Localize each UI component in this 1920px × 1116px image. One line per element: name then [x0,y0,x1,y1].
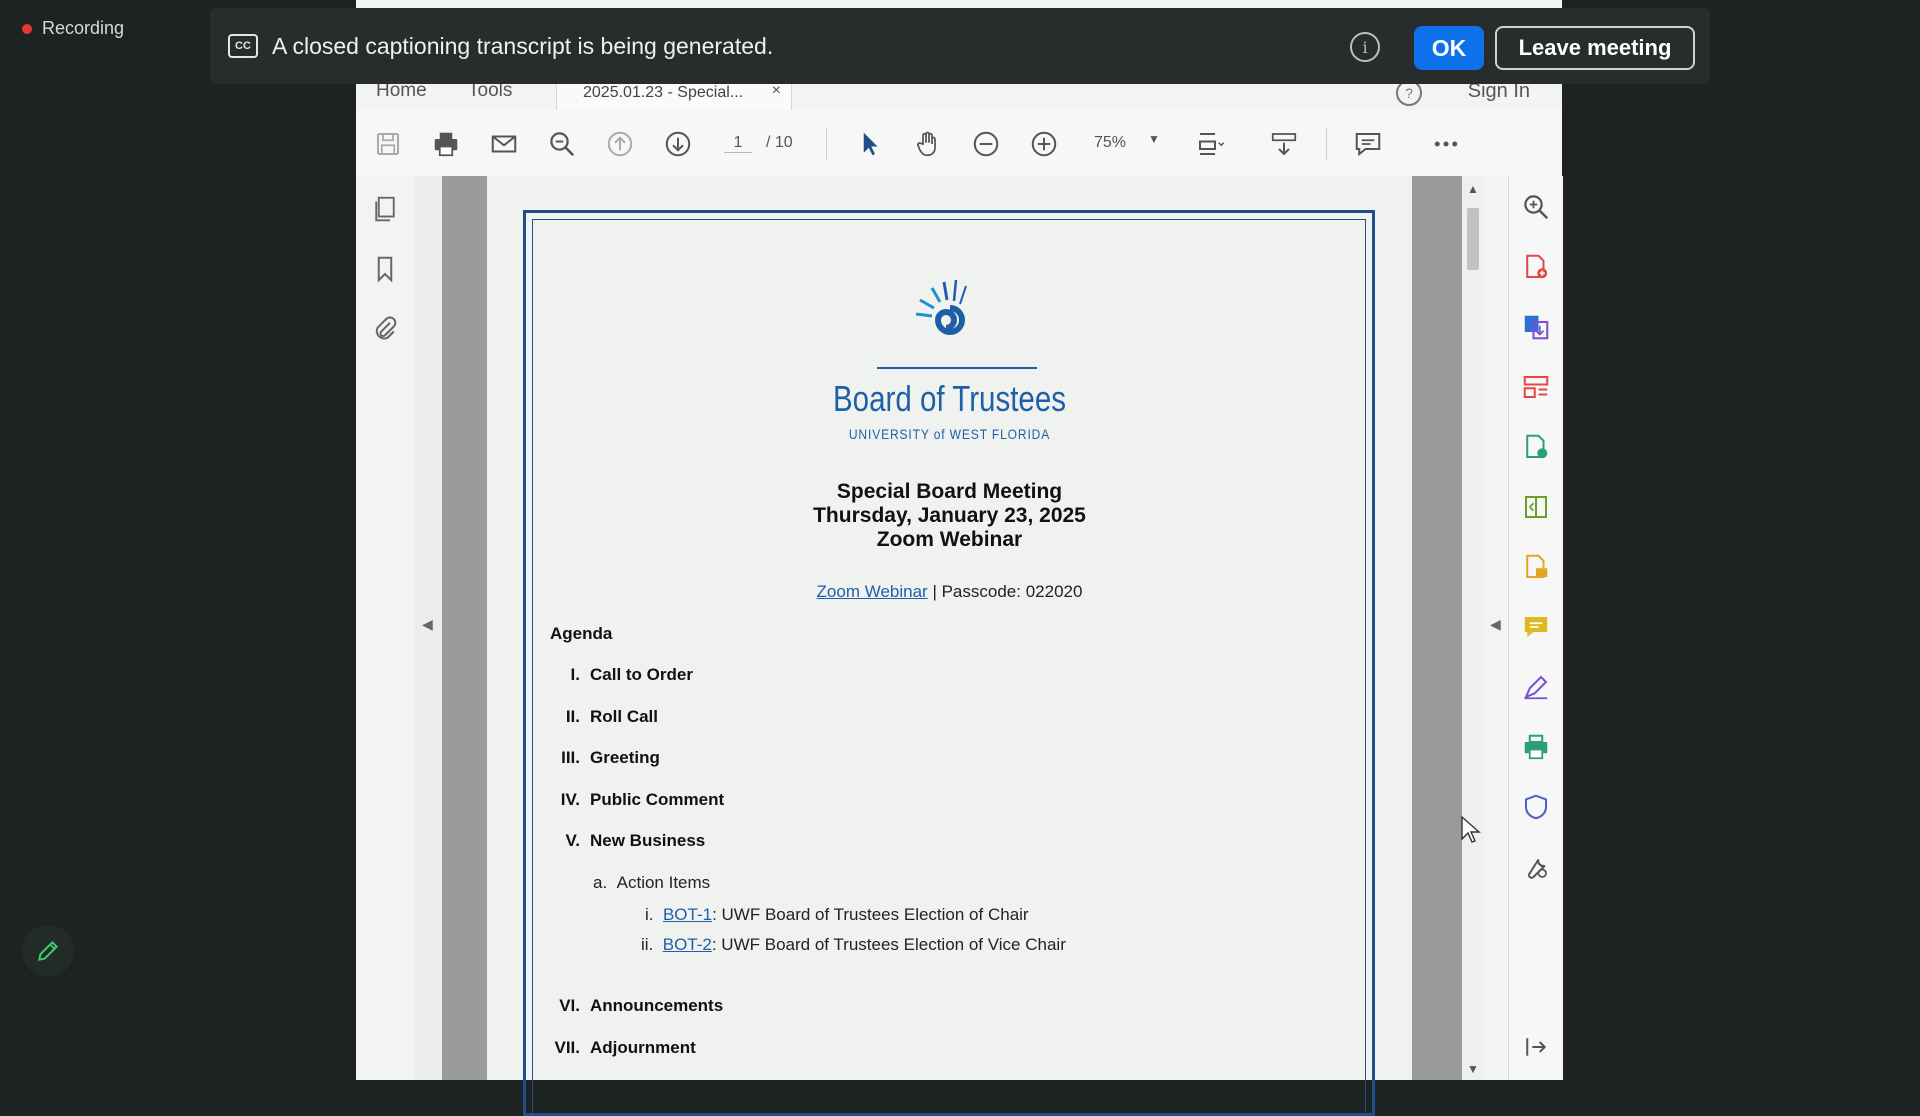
acrobat-toolbar: 1 / 10 75% ▼ [356,110,1562,177]
tools-pane [1508,176,1563,1080]
action-item: i. BOT-1: UWF Board of Trustees Election… [645,905,1029,924]
org-subtitle: UNIVERSITY of WEST FLORIDA [848,426,1051,442]
recording-indicator: Recording [22,18,124,39]
scroll-thumb[interactable] [1467,208,1479,270]
page-fit-icon[interactable] [1194,128,1226,160]
window-top-edge [356,0,1562,8]
action-item: ii. BOT-2: UWF Board of Trustees Electio… [641,935,1066,954]
previous-page-icon[interactable] [604,128,636,160]
compare-files-icon[interactable] [1521,492,1551,522]
leave-meeting-button[interactable]: Leave meeting [1495,26,1695,70]
scroll-up-icon[interactable]: ▲ [1467,182,1479,196]
scroll-down-icon[interactable]: ▼ [1467,1062,1479,1076]
document-viewport: Board of Trustees UNIVERSITY of WEST FLO… [442,176,1462,1116]
meeting-date: Thursday, January 23, 2025 [813,504,1086,527]
recording-dot-icon [22,23,32,34]
collapse-left-icon[interactable]: ◀ [422,616,433,633]
left-navigation-rail [356,176,415,1080]
caption-message: A closed captioning transcript is being … [272,32,774,59]
closed-caption-icon: CC [228,34,258,58]
sign-pen-icon[interactable] [1521,672,1551,702]
page-thumbnails-icon[interactable] [370,194,400,224]
page-number-input[interactable]: 1 [724,134,752,153]
fill-sign-icon[interactable] [1521,552,1551,582]
page-total-label: / 10 [766,134,793,151]
more-tools-wrench-icon[interactable] [1521,852,1551,882]
toolbar-divider [1326,128,1327,160]
zoom-dropdown-caret-icon[interactable]: ▼ [1148,132,1160,146]
bot-1-link[interactable]: BOT-1 [663,905,712,924]
info-icon[interactable]: i [1350,32,1380,62]
zoom-level-field[interactable]: 75% [1094,134,1126,152]
organize-pages-icon[interactable] [1521,372,1551,402]
create-pdf-icon[interactable] [1521,252,1551,282]
hand-tool-icon[interactable] [912,128,944,160]
ok-button[interactable]: OK [1414,26,1484,70]
tab-document-label: 2025.01.23 - Special... [583,84,744,101]
pencil-icon [38,940,59,961]
zoom-in-icon[interactable] [1028,128,1060,160]
left-pane-toggle[interactable]: ◀ [414,176,442,1080]
zoom-webinar-link[interactable]: Zoom Webinar [817,582,928,601]
protect-shield-icon[interactable] [1521,792,1551,822]
export-pdf-icon[interactable] [1521,312,1551,342]
scroll-mode-icon[interactable] [1268,128,1300,160]
org-title: Board of Trustees [832,378,1067,419]
mouse-cursor-icon [1461,815,1481,843]
meeting-venue: Zoom Webinar [876,528,1023,551]
meeting-title: Special Board Meeting [836,480,1063,503]
caption-notification-bar: CC A closed captioning transcript is bei… [210,8,1710,84]
pdf-page: Board of Trustees UNIVERSITY of WEST FLO… [487,176,1412,1116]
agenda-heading: Agenda [550,624,613,643]
attachment-icon[interactable] [370,314,400,344]
tab-close-icon[interactable]: × [772,82,781,100]
uwf-logo-icon [915,279,967,335]
toolbar-divider [826,128,827,160]
zoom-out-icon[interactable] [970,128,1002,160]
print-icon[interactable] [430,128,462,160]
comment-icon[interactable] [1352,128,1384,160]
webinar-info-line: Zoom Webinar | Passcode: 022020 [487,582,1412,602]
collapse-tools-pane-icon[interactable] [1521,1032,1551,1062]
search-zoom-icon[interactable] [1521,192,1551,222]
more-options-icon[interactable] [1430,128,1462,160]
bot-2-link[interactable]: BOT-2 [663,935,712,954]
edit-pdf-icon[interactable] [1521,432,1551,462]
annotate-pencil-button[interactable] [22,925,74,977]
collapse-right-icon[interactable]: ◀ [1490,616,1501,633]
next-page-icon[interactable] [662,128,694,160]
email-icon[interactable] [488,128,520,160]
print-production-icon[interactable] [1521,732,1551,762]
vertical-scrollbar[interactable]: ▲ ▼ [1462,176,1484,1080]
logo-divider [877,367,1037,369]
recording-label: Recording [42,18,125,38]
shared-screen-acrobat-window: Home Tools 2025.01.23 - Special... × ? S… [356,0,1563,1116]
select-cursor-icon[interactable] [854,128,886,160]
passcode-text: | Passcode: 022020 [927,582,1083,601]
subsection-item: a. Action Items [593,873,711,892]
right-pane-toggle[interactable]: ◀ [1484,176,1508,1080]
bookmark-icon[interactable] [370,254,400,284]
comment-tool-icon[interactable] [1521,612,1551,642]
find-zoom-out-icon[interactable] [546,128,578,160]
save-icon[interactable] [372,128,404,160]
